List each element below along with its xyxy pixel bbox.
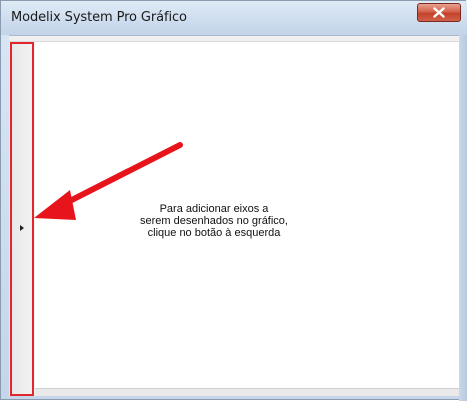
triangle-right-icon [20, 225, 24, 231]
close-button[interactable] [417, 3, 461, 22]
hint-line-3: clique no botão à esquerda [147, 227, 281, 239]
window-title: Modelix System Pro Gráfico [11, 10, 187, 25]
hint-line-1: Para adicionar eixos a [159, 203, 269, 215]
bottom-strip [35, 388, 459, 396]
close-icon [433, 7, 445, 18]
axes-side-panel[interactable] [9, 42, 35, 396]
add-axes-button[interactable] [18, 217, 26, 231]
chart-client-area: Para adicionar eixos a serem desenhados … [9, 35, 459, 396]
title-bar[interactable]: Modelix System Pro Gráfico [1, 1, 467, 35]
window-right-border [459, 35, 467, 401]
empty-chart-hint: Para adicionar eixos a serem desenhados … [99, 203, 329, 239]
hint-line-2: serem desenhados no gráfico, [140, 215, 288, 227]
app-window: Modelix System Pro Gráfico Para adiciona… [0, 0, 467, 401]
